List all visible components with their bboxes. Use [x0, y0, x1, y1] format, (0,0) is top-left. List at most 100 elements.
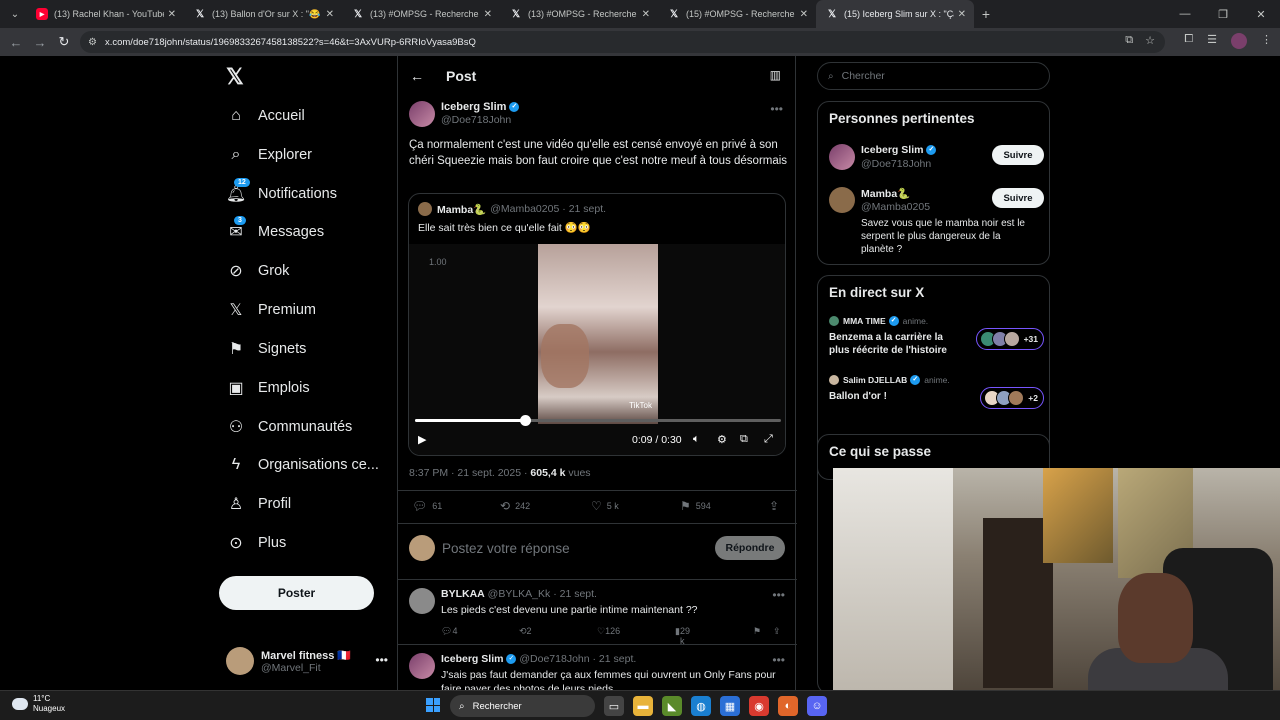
nav-item-grok[interactable]: ⊘ Grok — [226, 256, 289, 286]
browser-tab[interactable]: 𝕏 (13) #OMPSG - Recherche / X ✕ — [500, 0, 658, 28]
reading-list-icon[interactable]: ☰ — [1207, 33, 1217, 49]
browser-menu-icon[interactable]: ⋮ — [1261, 33, 1272, 49]
video-controls: ▶ 0:09 / 0:30 🔈︎ ⚙ ⧉ ⤢ — [409, 430, 785, 452]
chrome-icon[interactable]: ◉ — [749, 696, 769, 716]
video-scrubber-handle[interactable] — [519, 415, 531, 426]
weather-widget[interactable]: 11°C Nuageux — [12, 694, 65, 714]
nav-item-organizations[interactable]: ϟ Organisations ce... — [226, 450, 379, 480]
nav-item-jobs[interactable]: ▣ Emplois — [226, 373, 309, 403]
cast-icon[interactable]: ⧉ — [1125, 34, 1133, 47]
person-avatar[interactable] — [829, 187, 855, 213]
repost-action[interactable]: ⟲ 242 — [500, 499, 530, 513]
browser-tab-active[interactable]: 𝕏 (15) Iceberg Slim sur X : "Ça no ✕ — [816, 0, 974, 28]
address-bar[interactable]: ⚙ x.com/doe718john/status/19698332674581… — [80, 31, 1165, 53]
post-author[interactable]: Iceberg Slim ✓ @Doe718John — [441, 101, 520, 126]
task-view-icon[interactable]: ▭ — [604, 696, 624, 716]
like-action[interactable]: ♡ 5 k — [591, 499, 619, 513]
nav-item-profile[interactable]: ♙ Profil — [226, 489, 291, 519]
browser-tab[interactable]: 𝕏 (13) Ballon d'Or sur X : "😂 #ba ✕ — [184, 0, 342, 28]
maximize-icon[interactable]: ❐ — [1204, 0, 1242, 28]
pip-icon[interactable]: ⧉ — [740, 433, 748, 446]
comment-more-icon[interactable]: ••• — [772, 653, 785, 667]
close-tab-icon[interactable]: ✕ — [168, 9, 176, 20]
play-icon[interactable]: ▶ — [418, 433, 426, 446]
browser-tab[interactable]: 𝕏 (15) #OMPSG - Recherche / X ✕ — [658, 0, 816, 28]
back-arrow-icon[interactable]: ← — [410, 68, 434, 84]
comment-author-name[interactable]: Iceberg Slim — [441, 653, 503, 665]
share-icon[interactable]: ⇪ — [773, 626, 781, 637]
edge-icon[interactable]: ◍ — [691, 696, 711, 716]
live-participants[interactable]: +31 — [975, 328, 1044, 350]
search-input[interactable]: ⌕ Chercher — [817, 62, 1050, 90]
comment-avatar[interactable] — [409, 653, 435, 679]
nav-item-communities[interactable]: ⚇ Communautés — [226, 412, 352, 442]
reply-button[interactable]: Répondre — [715, 536, 785, 560]
fullscreen-icon[interactable]: ⤢ — [764, 433, 773, 446]
comment-repost-action[interactable]: ⟲ 2 — [519, 626, 532, 637]
author-avatar[interactable] — [409, 101, 435, 127]
follow-button[interactable]: Suivre — [992, 145, 1044, 165]
comment-reply-action[interactable]: 💬︎ 4 — [441, 626, 457, 637]
comment-views-action[interactable]: ▮ 29 k — [675, 626, 690, 646]
profile-avatar[interactable] — [1231, 33, 1247, 49]
nav-item-messages[interactable]: ✉ 3 Messages — [226, 216, 324, 247]
close-tab-icon[interactable]: ✕ — [800, 9, 808, 20]
settings-gear-icon[interactable]: ⚙ — [717, 433, 727, 446]
comment-avatar[interactable] — [409, 588, 435, 614]
forward-icon[interactable]: → — [28, 35, 52, 50]
quoted-post[interactable]: Mamba🐍 @Mamba0205 · 21 sept. Elle sait t… — [408, 193, 786, 456]
video-progress-bar[interactable] — [415, 415, 781, 426]
x-icon: 𝕏 — [669, 8, 679, 20]
reload-icon[interactable]: ↻ — [52, 34, 76, 50]
bookmark-action[interactable]: ⚑ 594 — [680, 499, 711, 513]
nvidia-icon[interactable]: ◣ — [662, 696, 682, 716]
close-window-icon[interactable]: ✕ — [1242, 0, 1280, 28]
live-item[interactable]: MMA TIME ✓ anime. Benzema a la carrière la… — [829, 316, 1044, 357]
video-frame[interactable]: TikTok — [538, 244, 658, 424]
nav-item-more[interactable]: ⊙ Plus — [226, 528, 286, 558]
discord-icon[interactable]: ☺ — [807, 696, 827, 716]
comment-more-icon[interactable]: ••• — [772, 588, 785, 602]
extensions-icon[interactable]: ⧠ — [1184, 33, 1193, 49]
close-tab-icon[interactable]: ✕ — [484, 9, 492, 20]
bookmark-icon[interactable]: ⚑ — [753, 626, 761, 637]
post-timestamp[interactable]: 8:37 PM · 21 sept. 2025 · — [409, 467, 530, 479]
site-info-icon[interactable]: ⚙ — [88, 37, 97, 48]
windows-start-icon[interactable] — [426, 698, 440, 712]
reader-view-icon[interactable]: ▥ — [770, 68, 781, 82]
bookmark-star-icon[interactable]: ☆ — [1145, 34, 1155, 47]
volume-icon[interactable]: 🔈︎ — [693, 433, 700, 446]
browser-tab[interactable]: 𝕏 (13) #OMPSG - Recherche / X ✕ — [342, 0, 500, 28]
new-tab-icon[interactable]: + — [974, 6, 998, 22]
firefox-icon[interactable]: ◐ — [778, 696, 798, 716]
nav-item-premium[interactable]: 𝕏 Premium — [226, 295, 316, 325]
reply-input[interactable]: Postez votre réponse — [442, 541, 570, 556]
share-action[interactable]: ⇪ — [769, 499, 784, 513]
nav-item-home[interactable]: ⌂ Accueil — [226, 101, 305, 131]
live-participants[interactable]: +2 — [980, 387, 1044, 409]
taskbar-search[interactable]: ⌕ Rechercher — [450, 695, 595, 717]
account-switcher[interactable]: Marvel fitness 🇫🇷 @Marvel_Fit ••• — [226, 641, 396, 681]
person-avatar[interactable] — [829, 144, 855, 170]
store-icon[interactable]: ▦ — [720, 696, 740, 716]
nav-item-bookmarks[interactable]: ⚑ Signets — [226, 334, 307, 364]
nav-item-explore[interactable]: ⌕ Explorer — [226, 140, 312, 170]
tab-search-icon[interactable]: ⌄ — [4, 3, 26, 25]
comment-author-name[interactable]: BYLKAA — [441, 588, 485, 600]
live-item[interactable]: Salim DJELLAB ✓ anime. Ballon d'or ! +2 — [829, 375, 1044, 409]
post-more-icon[interactable]: ••• — [770, 102, 783, 116]
close-tab-icon[interactable]: ✕ — [326, 9, 334, 20]
comment-like-action[interactable]: ♡ 126 — [597, 626, 620, 637]
minimize-icon[interactable]: — — [1166, 0, 1204, 28]
close-tab-icon[interactable]: ✕ — [642, 9, 650, 20]
browser-tab[interactable]: ▶ (13) Rachel Khan - YouTube ✕ — [26, 0, 184, 28]
back-icon[interactable]: ← — [4, 35, 28, 50]
follow-button[interactable]: Suivre — [992, 188, 1044, 208]
file-explorer-icon[interactable]: ▬ — [633, 696, 653, 716]
reply-action[interactable]: 💬︎ 61 — [412, 499, 442, 513]
x-logo-icon[interactable]: 𝕏 — [226, 64, 244, 90]
nav-item-notifications[interactable]: 🔔︎ 12 Notifications — [226, 178, 337, 209]
post-button[interactable]: Poster — [219, 576, 374, 610]
close-tab-icon[interactable]: ✕ — [958, 9, 966, 20]
video-player[interactable]: 1.00 TikTok ▶ 0:09 / 0:30 🔈︎ ⚙ ⧉ ⤢ — [409, 244, 785, 455]
